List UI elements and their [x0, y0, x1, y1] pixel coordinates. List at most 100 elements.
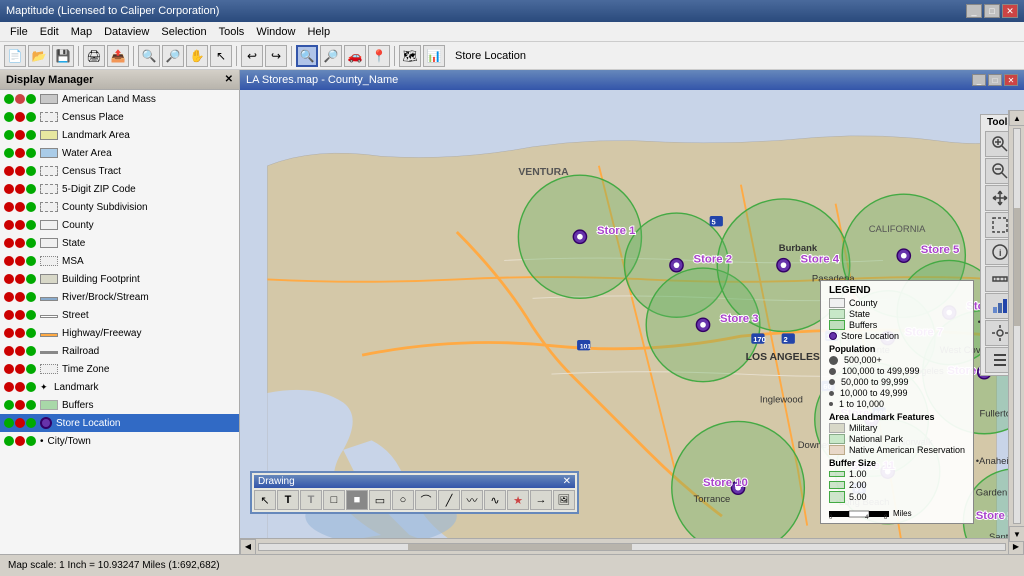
menu-window[interactable]: Window — [250, 25, 301, 39]
open-button[interactable]: 📂 — [28, 45, 50, 67]
panel-close-button[interactable]: ✕ — [225, 74, 233, 85]
scroll-thumb-h[interactable] — [408, 544, 632, 550]
close-button[interactable]: ✕ — [1002, 4, 1018, 18]
layer-store-location[interactable]: Store Location — [0, 414, 239, 432]
scroll-track-v[interactable] — [1013, 128, 1021, 524]
layer-landmark[interactable]: ✦ Landmark — [0, 378, 239, 396]
layer-zip-code[interactable]: 5-Digit ZIP Code — [0, 180, 239, 198]
pop-1k-dot — [829, 402, 833, 406]
scroll-track-h[interactable] — [258, 543, 1006, 551]
layer-city-town[interactable]: • City/Town — [0, 432, 239, 450]
chart-button[interactable]: 📊 — [423, 45, 445, 67]
draw-text-outline-tool[interactable]: T — [300, 490, 322, 510]
scroll-up-button[interactable]: ▲ — [1009, 110, 1024, 126]
layer-census-place[interactable]: Census Place — [0, 108, 239, 126]
layer-american-land-mass[interactable]: American Land Mass — [0, 90, 239, 108]
menu-help[interactable]: Help — [301, 25, 336, 39]
draw-rect-tool[interactable]: □ — [323, 490, 345, 510]
export-button[interactable]: 📤 — [107, 45, 129, 67]
map-window-controls[interactable]: _ □ ✕ — [972, 74, 1018, 86]
menu-dataview[interactable]: Dataview — [98, 25, 155, 39]
new-button[interactable]: 📄 — [4, 45, 26, 67]
undo-button[interactable]: ↩ — [241, 45, 263, 67]
svg-text:2: 2 — [784, 335, 788, 344]
select-button[interactable]: ↖ — [210, 45, 232, 67]
layer-msa[interactable]: MSA — [0, 252, 239, 270]
layer-time-zone[interactable]: Time Zone — [0, 360, 239, 378]
svg-text:Store 1: Store 1 — [597, 225, 636, 237]
layer-icons — [4, 292, 36, 302]
pop-50k-label: 50,000 to 99,999 — [841, 377, 909, 387]
layer-vis-icon — [26, 292, 36, 302]
map-tools-button[interactable]: 🗺 — [399, 45, 421, 67]
layer-name: Highway/Freeway — [62, 328, 141, 339]
layer-railroad[interactable]: Railroad — [0, 342, 239, 360]
draw-arrow-tool[interactable]: → — [530, 490, 552, 510]
drawing-close-button[interactable]: ✕ — [563, 476, 571, 487]
zoom-out-button[interactable]: 🔎 — [162, 45, 184, 67]
drive-button[interactable]: 🚗 — [344, 45, 366, 67]
scroll-thumb-v[interactable] — [1014, 208, 1020, 326]
map-scrollbar-vertical[interactable]: ▲ ▼ — [1008, 110, 1024, 538]
layer-buffers[interactable]: Buffers — [0, 396, 239, 414]
layer-icons — [4, 328, 36, 338]
map-maximize-button[interactable]: □ — [988, 74, 1002, 86]
layer-landmark-area[interactable]: Landmark Area — [0, 126, 239, 144]
layer-county-subdivision[interactable]: County Subdivision — [0, 198, 239, 216]
draw-arc-tool[interactable]: ⌒ — [415, 490, 437, 510]
find-button[interactable]: 🔎 — [320, 45, 342, 67]
menu-tools[interactable]: Tools — [213, 25, 251, 39]
layer-name: Building Footprint — [62, 274, 140, 285]
layer-building-footprint[interactable]: Building Footprint — [0, 270, 239, 288]
draw-image-tool[interactable]: 🖼 — [553, 490, 575, 510]
draw-polyline-tool[interactable]: 〰 — [461, 490, 483, 510]
draw-select-tool[interactable]: ↖ — [254, 490, 276, 510]
layer-vis-icon — [26, 166, 36, 176]
map-minimize-button[interactable]: _ — [972, 74, 986, 86]
search-active-button[interactable]: 🔍 — [296, 45, 318, 67]
draw-rounded-rect-tool[interactable]: ▭ — [369, 490, 391, 510]
save-button[interactable]: 💾 — [52, 45, 74, 67]
draw-line-tool[interactable]: ╱ — [438, 490, 460, 510]
scroll-left-button[interactable]: ◀ — [240, 539, 256, 555]
layer-state[interactable]: State — [0, 234, 239, 252]
draw-ellipse-tool[interactable]: ○ — [392, 490, 414, 510]
map-scrollbar-horizontal[interactable]: ◀ ▶ — [240, 538, 1024, 554]
maximize-button[interactable]: □ — [984, 4, 1000, 18]
svg-text:Store 5: Store 5 — [921, 244, 960, 256]
map-close-button[interactable]: ✕ — [1004, 74, 1018, 86]
draw-filled-rect-tool[interactable]: ■ — [346, 490, 368, 510]
layer-vis-icon — [26, 400, 36, 410]
layer-river[interactable]: River/Brock/Stream — [0, 288, 239, 306]
layer-swatch — [40, 333, 58, 337]
scale-unit-label: Miles — [893, 509, 912, 518]
drawing-title: Drawing — [258, 476, 295, 487]
pin-button[interactable]: 📍 — [368, 45, 390, 67]
layer-water-area[interactable]: Water Area — [0, 144, 239, 162]
menu-map[interactable]: Map — [65, 25, 98, 39]
menu-edit[interactable]: Edit — [34, 25, 65, 39]
draw-curve-tool[interactable]: ∿ — [484, 490, 506, 510]
buffer-1-swatch — [829, 471, 845, 477]
zoom-in-button[interactable]: 🔍 — [138, 45, 160, 67]
legend-state-item: State — [829, 309, 965, 319]
layer-county[interactable]: County — [0, 216, 239, 234]
menu-selection[interactable]: Selection — [155, 25, 212, 39]
layer-street[interactable]: Street — [0, 306, 239, 324]
map-svg-container[interactable]: Store 1 Store 2 Store 3 Store 4 Store 5 — [240, 90, 1024, 554]
pop-10k-item: 10,000 to 49,999 — [829, 388, 965, 398]
minimize-button[interactable]: _ — [966, 4, 982, 18]
layer-census-tract[interactable]: Census Tract — [0, 162, 239, 180]
print-button[interactable]: 🖨 — [83, 45, 105, 67]
draw-text-tool[interactable]: T — [277, 490, 299, 510]
menu-file[interactable]: File — [4, 25, 34, 39]
pan-button[interactable]: ✋ — [186, 45, 208, 67]
window-controls[interactable]: _ □ ✕ — [966, 4, 1018, 18]
redo-button[interactable]: ↪ — [265, 45, 287, 67]
legend-buffers-label: Buffers — [849, 320, 877, 330]
layer-highway[interactable]: Highway/Freeway — [0, 324, 239, 342]
pop-500k-dot — [829, 356, 838, 365]
scroll-down-button[interactable]: ▼ — [1009, 526, 1024, 542]
layer-icons — [4, 400, 36, 410]
draw-star-tool[interactable]: ★ — [507, 490, 529, 510]
